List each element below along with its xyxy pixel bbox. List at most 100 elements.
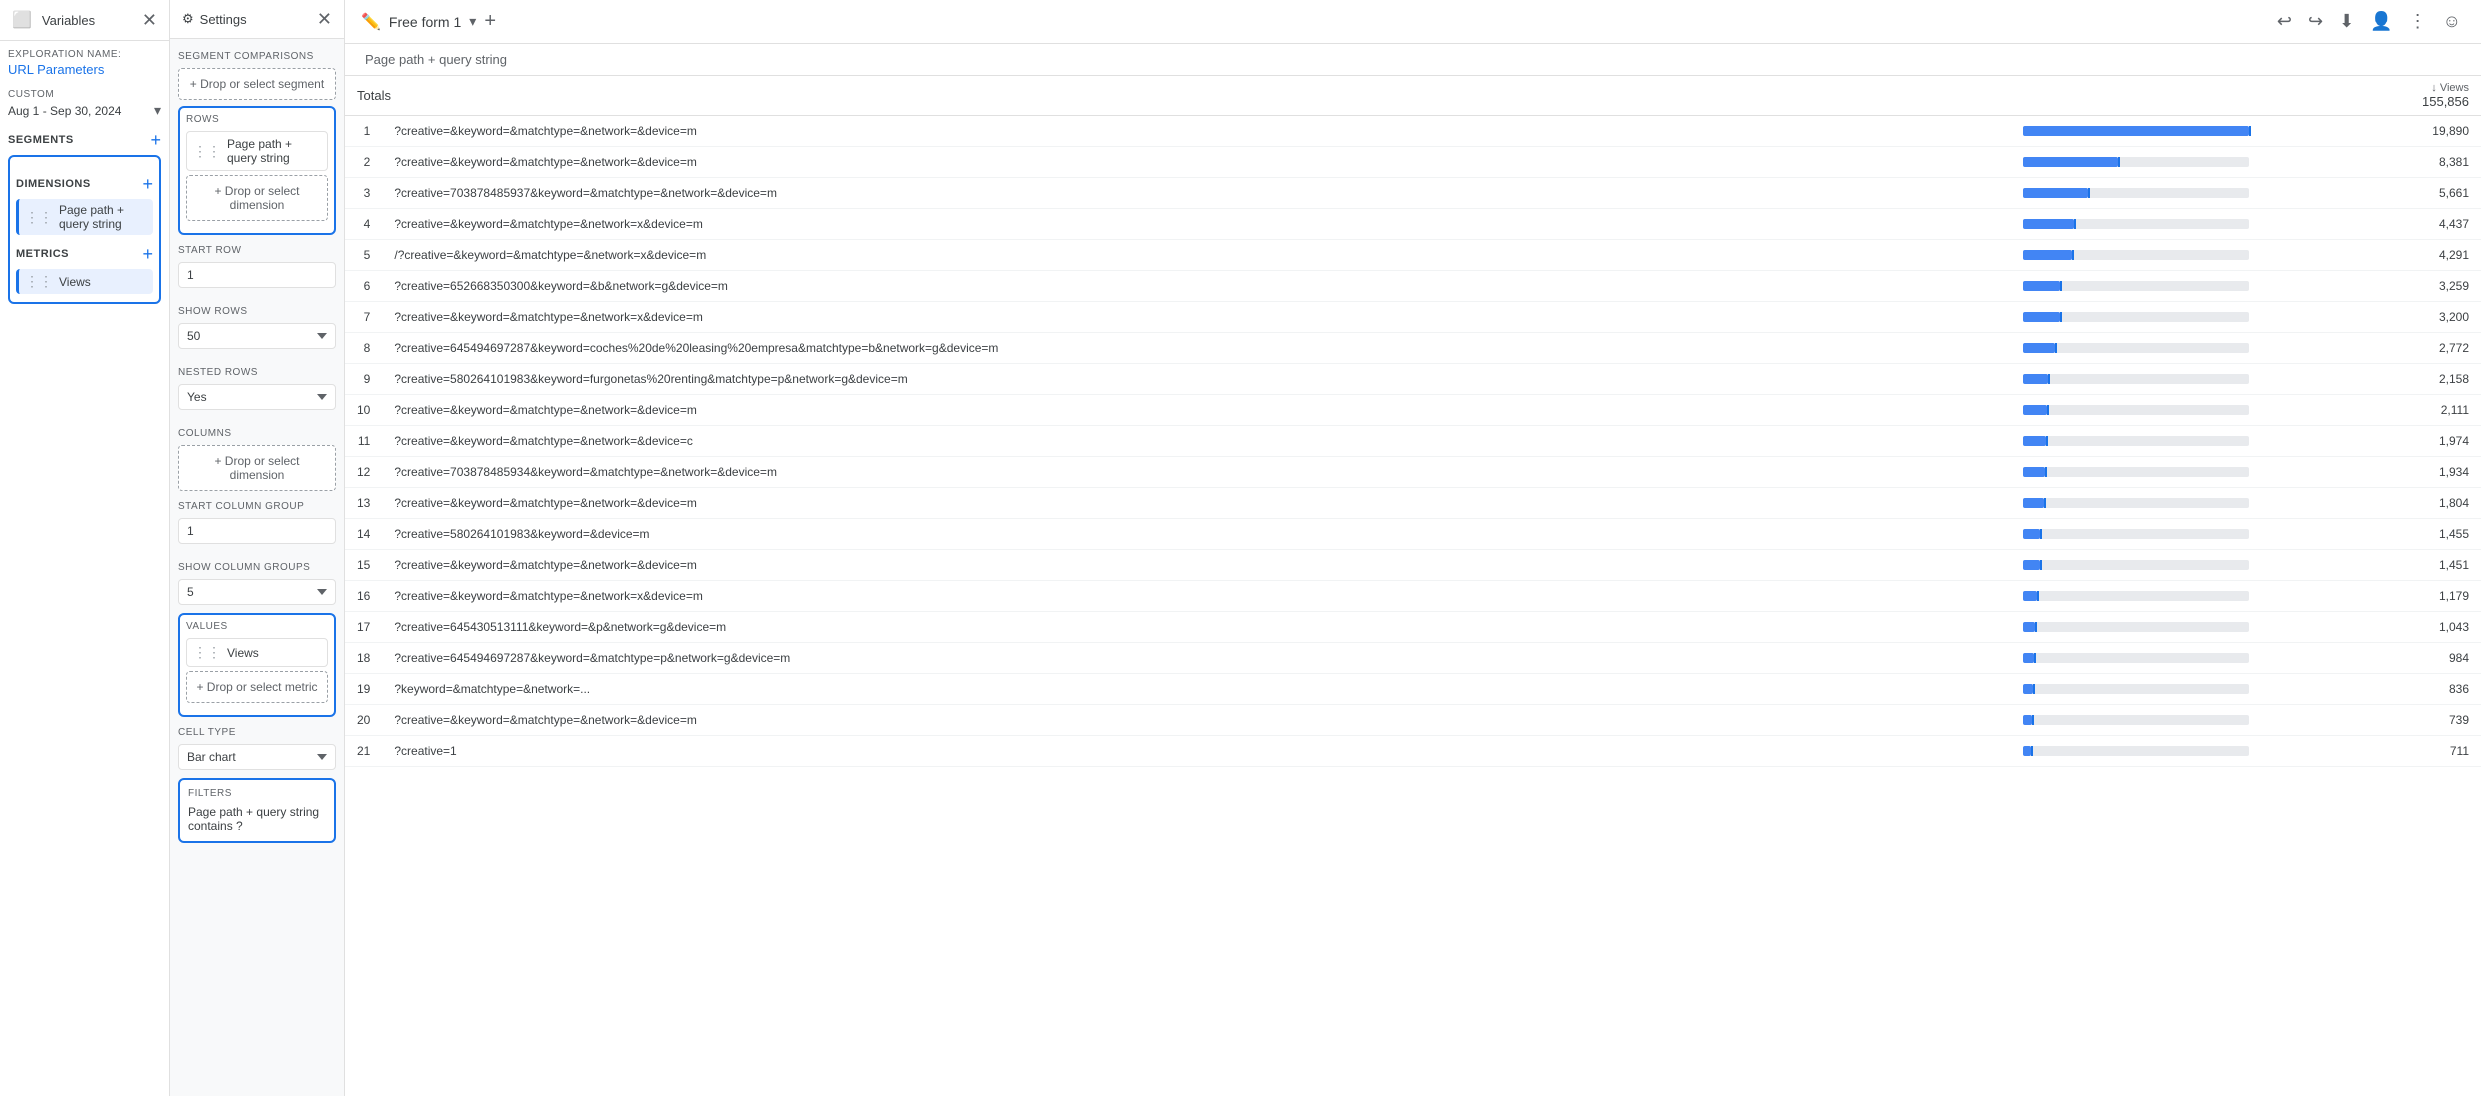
nested-rows-select[interactable]: Yes No [178,384,336,410]
show-column-groups-select[interactable]: 5 1 2 3 4 10 [178,579,336,605]
row-url[interactable]: ?creative=&keyword=&matchtype=&network=&… [382,116,2011,147]
drop-segment-zone[interactable]: + Drop or select segment [178,68,336,100]
undo-button[interactable]: ↩ [2273,7,2296,36]
row-url[interactable]: ?creative=&keyword=&matchtype=&network=x… [382,209,2011,240]
drop-column-zone[interactable]: + Drop or select dimension [178,445,336,491]
share-button[interactable]: 👤 [2366,7,2396,36]
row-url[interactable]: ?creative=&keyword=&matchtype=&network=&… [382,426,2011,457]
row-bar-chart [2011,364,2261,395]
table-row: 21 ?creative=1 711 [345,736,2481,767]
row-url[interactable]: ?creative=580264101983&keyword=furgoneta… [382,364,2011,395]
row-url[interactable]: ?creative=652668350300&keyword=&b&networ… [382,271,2011,302]
show-column-groups-label: SHOW COLUMN GROUPS [178,562,336,573]
add-tab-button[interactable]: + [484,10,496,33]
dimension-item-page-path[interactable]: ⋮⋮ Page path + query string [16,199,153,235]
settings-close-button[interactable]: ✕ [317,10,332,28]
settings-content: SEGMENT COMPARISONS + Drop or select seg… [170,39,344,857]
metrics-section-header: METRICS + [16,245,153,263]
row-url[interactable]: ?creative=&keyword=&matchtype=&network=&… [382,147,2011,178]
row-url[interactable]: ?creative=&keyword=&matchtype=&network=&… [382,550,2011,581]
row-url[interactable]: /?creative=&keyword=&matchtype=&network=… [382,240,2011,271]
dimension-item-label: Page path + query string [59,203,147,231]
tab-dropdown-button[interactable]: ▾ [469,13,476,30]
start-row-input[interactable] [178,262,336,288]
row-number: 20 [345,705,382,736]
row-bar-chart [2011,426,2261,457]
date-range-text: Aug 1 - Sep 30, 2024 [8,104,121,118]
variables-panel: ⬜ Variables ✕ EXPLORATION NAME: URL Para… [0,0,170,1096]
tab-free-form-1[interactable]: Free form 1 [389,14,461,30]
data-table-wrapper[interactable]: Totals ↓ Views 155,856 1 ?creative=&keyw… [345,76,2481,1096]
row-views-value: 2,111 [2261,395,2481,426]
filter-text[interactable]: Page path + query string contains ? [188,805,326,833]
row-url[interactable]: ?keyword=&matchtype=&network=... [382,674,2011,705]
row-url[interactable]: ?creative=&keyword=&matchtype=&network=&… [382,705,2011,736]
row-url[interactable]: ?creative=1 [382,736,2011,767]
row-bar-chart [2011,395,2261,426]
date-range-arrow-icon: ▾ [154,102,161,119]
table-row: 17 ?creative=645430513111&keyword=&p&net… [345,612,2481,643]
row-url[interactable]: ?creative=&keyword=&matchtype=&network=&… [382,395,2011,426]
metric-item-label: Views [59,275,91,289]
add-metric-button[interactable]: + [142,245,153,263]
download-button[interactable]: ⬇ [2335,7,2358,36]
row-url[interactable]: ?creative=645494697287&keyword=&matchtyp… [382,643,2011,674]
row-url[interactable]: ?creative=703878485937&keyword=&matchtyp… [382,178,2011,209]
row-bar-chart [2011,209,2261,240]
exploration-pencil-icon: ✏️ [361,12,381,32]
start-column-group-input[interactable] [178,518,336,544]
row-url[interactable]: ?creative=580264101983&keyword=&device=m [382,519,2011,550]
dimensions-section-header: DIMENSIONS + [16,175,153,193]
show-rows-select[interactable]: 50 5 10 25 100 250 500 [178,323,336,349]
row-number: 16 [345,581,382,612]
row-number: 7 [345,302,382,333]
row-views-value: 8,381 [2261,147,2481,178]
top-bar-actions: ↩ ↪ ⬇ 👤 ⋮ ☺ [2273,7,2465,36]
row-views-value: 1,974 [2261,426,2481,457]
table-row: 7 ?creative=&keyword=&matchtype=&network… [345,302,2481,333]
row-url[interactable]: ?creative=645430513111&keyword=&p&networ… [382,612,2011,643]
table-row: 5 /?creative=&keyword=&matchtype=&networ… [345,240,2481,271]
feedback-button[interactable]: ☺ [2439,7,2465,36]
table-row: 19 ?keyword=&matchtype=&network=... 836 [345,674,2481,705]
table-row: 13 ?creative=&keyword=&matchtype=&networ… [345,488,2481,519]
rows-item-page-path[interactable]: ⋮⋮ Page path + query string [186,131,328,171]
row-url[interactable]: ?creative=&keyword=&matchtype=&network=x… [382,302,2011,333]
table-row: 1 ?creative=&keyword=&matchtype=&network… [345,116,2481,147]
table-row: 6 ?creative=652668350300&keyword=&b&netw… [345,271,2481,302]
drop-dimension-rows-zone[interactable]: + Drop or select dimension [186,175,328,221]
table-row: 2 ?creative=&keyword=&matchtype=&network… [345,147,2481,178]
row-number: 11 [345,426,382,457]
row-url[interactable]: ?creative=645494697287&keyword=coches%20… [382,333,2011,364]
exploration-name-value[interactable]: URL Parameters [8,62,161,77]
row-bar-chart [2011,612,2261,643]
table-row: 4 ?creative=&keyword=&matchtype=&network… [345,209,2481,240]
dimensions-highlighted-section: DIMENSIONS + ⋮⋮ Page path + query string… [8,155,161,304]
row-number: 5 [345,240,382,271]
rows-section-box: ROWS ⋮⋮ Page path + query string + Drop … [178,106,336,235]
row-number: 2 [345,147,382,178]
row-views-value: 2,772 [2261,333,2481,364]
row-url[interactable]: ?creative=&keyword=&matchtype=&network=&… [382,488,2011,519]
rows-label: ROWS [186,114,328,125]
row-bar-chart [2011,643,2261,674]
add-dimension-button[interactable]: + [142,175,153,193]
add-segment-button[interactable]: + [150,131,161,149]
values-section-box: VALUES ⋮⋮ Views + Drop or select metric [178,613,336,717]
show-rows-label: SHOW ROWS [178,306,336,317]
cell-type-select[interactable]: Bar chart Heat map Plain text [178,744,336,770]
more-button[interactable]: ⋮ [2405,7,2431,36]
metric-item-views[interactable]: ⋮⋮ Views [16,269,153,294]
row-url[interactable]: ?creative=703878485934&keyword=&matchtyp… [382,457,2011,488]
row-url[interactable]: ?creative=&keyword=&matchtype=&network=x… [382,581,2011,612]
row-bar-chart [2011,271,2261,302]
row-views-value: 4,291 [2261,240,2481,271]
drop-metric-zone[interactable]: + Drop or select metric [186,671,328,703]
row-bar-chart [2011,240,2261,271]
redo-button[interactable]: ↪ [2304,7,2327,36]
values-item-views[interactable]: ⋮⋮ Views [186,638,328,667]
date-range-picker[interactable]: Aug 1 - Sep 30, 2024 ▾ [8,102,161,119]
table-row: 16 ?creative=&keyword=&matchtype=&networ… [345,581,2481,612]
exploration-name-section: EXPLORATION NAME: URL Parameters [8,49,161,77]
variables-close-button[interactable]: ✕ [142,11,157,29]
